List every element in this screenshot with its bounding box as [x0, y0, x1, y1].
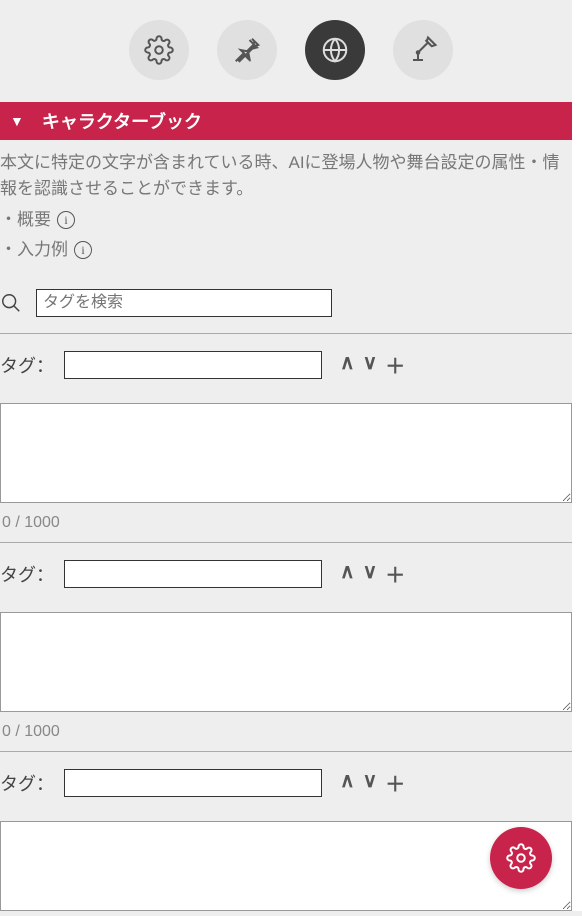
overview-link[interactable]: ・概要 — [0, 207, 51, 233]
entry-body-input[interactable] — [0, 821, 572, 911]
search-row — [0, 273, 572, 333]
right-gutter — [572, 0, 582, 911]
entry-block: タグ： ∧ ∨ ＋ 0 / 1000 — [0, 543, 572, 751]
top-tab-bar — [0, 0, 582, 102]
char-counter: 0 / 1000 — [0, 717, 572, 751]
move-down-button[interactable]: ∨ — [363, 350, 378, 379]
tab-pin[interactable] — [217, 20, 277, 80]
add-button[interactable]: ＋ — [385, 350, 405, 379]
section-description: 本文に特定の文字が含まれている時、AIに登場人物や舞台設定の属性・情報を認識させ… — [0, 150, 572, 203]
section-header[interactable]: ▼ キャラクターブック — [0, 102, 572, 140]
info-icon[interactable]: i — [57, 211, 75, 229]
gear-icon — [506, 843, 536, 873]
move-down-button[interactable]: ∨ — [363, 768, 378, 797]
section-title: キャラクターブック — [42, 108, 202, 134]
move-up-button[interactable]: ∧ — [340, 350, 355, 379]
move-up-button[interactable]: ∧ — [340, 768, 355, 797]
tag-controls: ∧ ∨ ＋ — [340, 768, 405, 797]
tag-row: タグ： ∧ ∨ ＋ — [0, 768, 572, 797]
example-link[interactable]: ・入力例 — [0, 237, 68, 263]
move-up-button[interactable]: ∧ — [340, 559, 355, 588]
section-description-block: 本文に特定の文字が含まれている時、AIに登場人物や舞台設定の属性・情報を認識させ… — [0, 140, 572, 273]
settings-fab[interactable] — [490, 827, 552, 889]
tag-controls: ∧ ∨ ＋ — [340, 350, 405, 379]
pin-icon — [232, 35, 262, 65]
tab-gear[interactable] — [129, 20, 189, 80]
search-icon — [0, 292, 22, 314]
entry-block: タグ： ∧ ∨ ＋ 0 / 1000 — [0, 334, 572, 542]
gear-icon — [144, 35, 174, 65]
tag-input[interactable] — [64, 769, 322, 797]
info-icon[interactable]: i — [74, 241, 92, 259]
collapse-icon: ▼ — [10, 113, 24, 129]
tag-row: タグ： ∧ ∨ ＋ — [0, 559, 572, 588]
move-down-button[interactable]: ∨ — [363, 559, 378, 588]
tag-input[interactable] — [64, 560, 322, 588]
add-button[interactable]: ＋ — [385, 559, 405, 588]
tag-row: タグ： ∧ ∨ ＋ — [0, 350, 572, 379]
globe-icon — [320, 35, 350, 65]
tag-input[interactable] — [64, 351, 322, 379]
entry-body-input[interactable] — [0, 403, 572, 503]
add-button[interactable]: ＋ — [385, 768, 405, 797]
tag-label: タグ： — [0, 561, 54, 587]
tag-label: タグ： — [0, 770, 54, 796]
tab-lamp[interactable] — [393, 20, 453, 80]
entry-body-input[interactable] — [0, 612, 572, 712]
tag-controls: ∧ ∨ ＋ — [340, 559, 405, 588]
search-input[interactable] — [36, 289, 332, 317]
tab-globe[interactable] — [305, 20, 365, 80]
tag-label: タグ： — [0, 352, 54, 378]
lamp-icon — [408, 35, 438, 65]
char-counter: 0 / 1000 — [0, 508, 572, 542]
entry-block: タグ： ∧ ∨ ＋ — [0, 752, 572, 916]
